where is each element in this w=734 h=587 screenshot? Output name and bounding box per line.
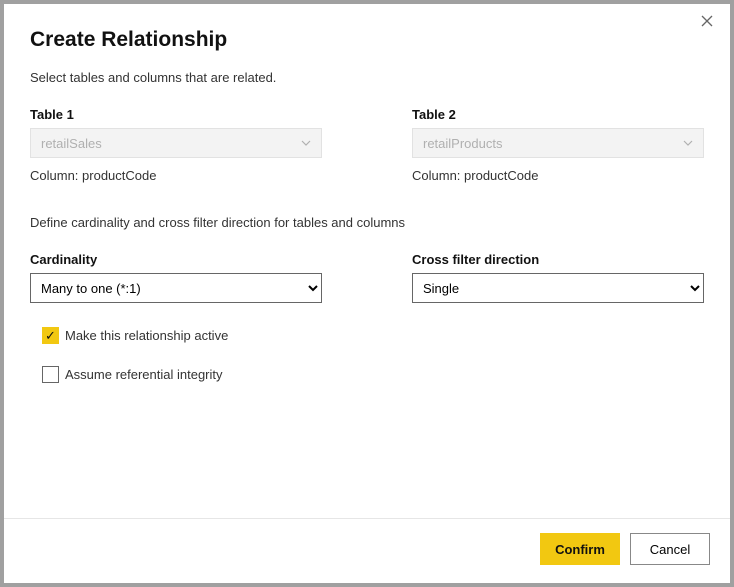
chevron-down-icon [683,138,693,148]
table2-label: Table 2 [412,107,704,122]
table2-block: Table 2 retailProducts Column: productCo… [412,107,704,183]
close-button[interactable] [698,14,716,32]
tables-row: Table 1 retailSales Column: productCode … [30,107,704,183]
table1-select[interactable]: retailSales [30,128,322,158]
integrity-checkbox[interactable] [42,366,59,383]
integrity-checkbox-row[interactable]: Assume referential integrity [42,366,704,383]
cardinality-select[interactable]: Many to one (*:1) [30,273,322,303]
table1-label: Table 1 [30,107,322,122]
table2-column-line: Column: productCode [412,168,704,183]
active-checkbox-row[interactable]: ✓ Make this relationship active [42,327,704,344]
table1-block: Table 1 retailSales Column: productCode [30,107,322,183]
check-icon: ✓ [45,329,56,342]
dialog-content: Create Relationship Select tables and co… [4,4,730,518]
table2-select[interactable]: retailProducts [412,128,704,158]
table2-column-prefix: Column: [412,168,464,183]
active-checkbox[interactable]: ✓ [42,327,59,344]
dialog-subtitle: Select tables and columns that are relat… [30,70,704,85]
close-icon [701,15,713,31]
section-description: Define cardinality and cross filter dire… [30,215,704,230]
table2-column-value: productCode [464,168,538,183]
chevron-down-icon [301,138,311,148]
integrity-checkbox-label: Assume referential integrity [65,367,223,382]
active-checkbox-label: Make this relationship active [65,328,228,343]
confirm-button[interactable]: Confirm [540,533,620,565]
crossfilter-label: Cross filter direction [412,252,704,267]
cardinality-block: Cardinality Many to one (*:1) [30,252,322,303]
crossfilter-block: Cross filter direction Single [412,252,704,303]
dialog-footer: Confirm Cancel [4,518,730,583]
options-row: Cardinality Many to one (*:1) Cross filt… [30,252,704,303]
cardinality-label: Cardinality [30,252,322,267]
dialog-title: Create Relationship [30,28,704,52]
table1-column-prefix: Column: [30,168,82,183]
table2-selected-value: retailProducts [423,136,502,151]
table1-column-line: Column: productCode [30,168,322,183]
table1-selected-value: retailSales [41,136,102,151]
table1-column-value: productCode [82,168,156,183]
crossfilter-select[interactable]: Single [412,273,704,303]
create-relationship-dialog: Create Relationship Select tables and co… [4,4,730,583]
cancel-button[interactable]: Cancel [630,533,710,565]
